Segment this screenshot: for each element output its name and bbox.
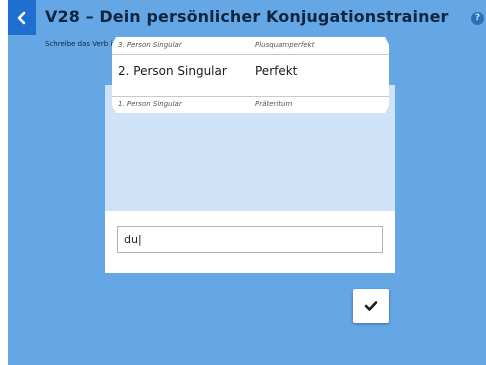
tense-option-above[interactable]: Plusquamperfekt [255, 41, 314, 49]
chevron-left-icon [17, 11, 26, 24]
person-option-selected[interactable]: 2. Person Singular [118, 64, 227, 78]
page-title: V28 – Dein persönlicher Konjugationstrai… [45, 7, 449, 26]
tense-option-selected[interactable]: Perfekt [255, 64, 297, 78]
submit-button[interactable] [353, 289, 389, 323]
picker-divider [112, 96, 250, 97]
person-option-below[interactable]: 1. Person Singular [118, 100, 182, 108]
picker-divider [112, 54, 250, 55]
picker-divider [249, 54, 389, 55]
answer-input[interactable] [117, 226, 383, 253]
back-button[interactable] [8, 0, 36, 35]
tense-picker[interactable]: Plusquamperfekt Perfekt Präteritum [249, 37, 389, 113]
person-option-above[interactable]: 3. Person Singular [118, 41, 182, 49]
tense-option-below[interactable]: Präteritum [255, 100, 292, 108]
person-picker[interactable]: 3. Person Singular 2. Person Singular 1.… [112, 37, 250, 113]
help-button[interactable]: ? [471, 12, 484, 25]
help-icon: ? [474, 13, 481, 23]
check-icon [364, 301, 378, 311]
picker-divider [249, 96, 389, 97]
